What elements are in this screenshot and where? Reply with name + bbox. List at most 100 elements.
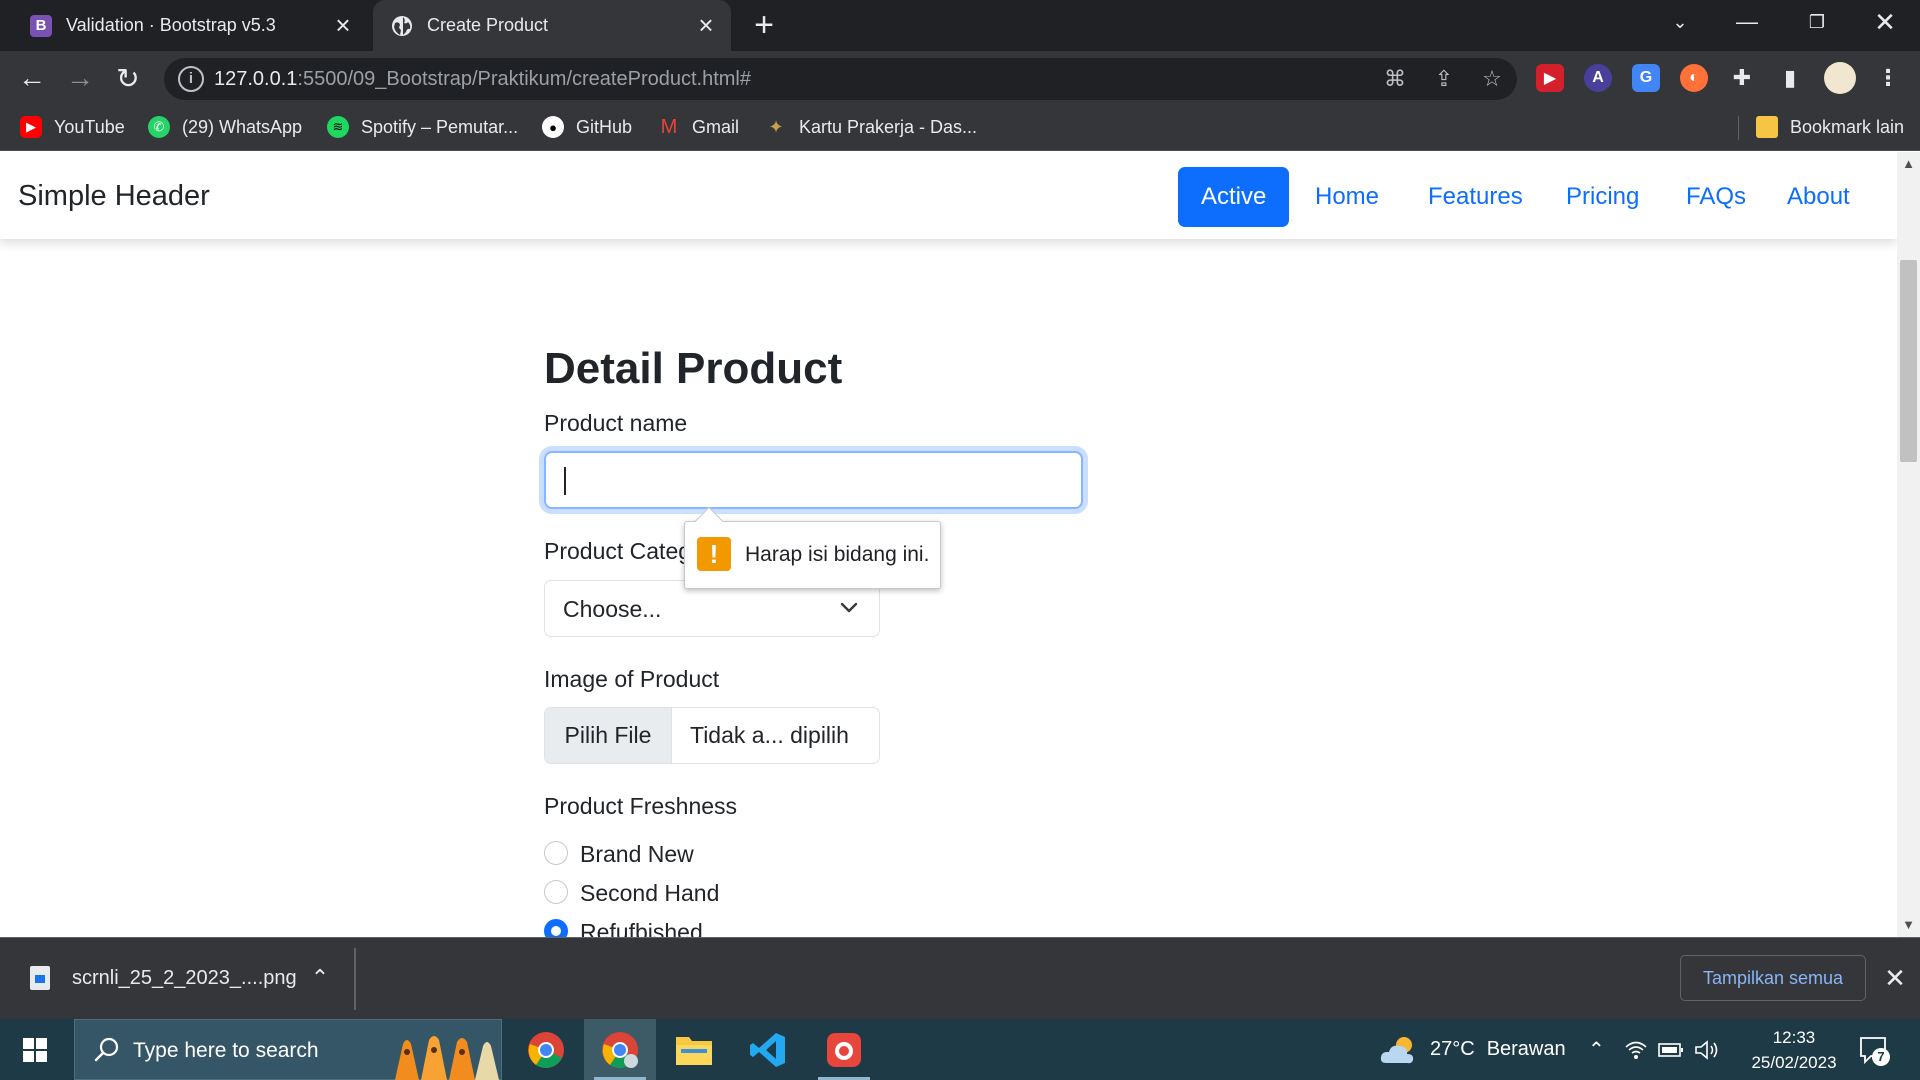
garuda-icon: ✦	[768, 116, 784, 137]
close-window-button[interactable]: ✕	[1855, 0, 1915, 44]
image-file-icon	[30, 966, 50, 990]
extension-shield-icon[interactable]: A	[1584, 64, 1612, 92]
radio-label-brand-new[interactable]: Brand New	[580, 841, 694, 868]
download-shelf: scrnli_25_2_2023_....png ⌃ Tampilkan sem…	[0, 937, 1920, 1019]
show-hidden-icons-chevron-icon[interactable]: ⌃	[1588, 1019, 1605, 1080]
tab-search-icon[interactable]: ⌄	[1650, 0, 1710, 44]
validation-tooltip: ! Harap isi bidang ini.	[684, 506, 941, 589]
scroll-down-arrow-icon[interactable]: ▼	[1897, 915, 1920, 935]
shelf-divider	[354, 948, 356, 1010]
scrollbar-thumb[interactable]	[1900, 260, 1917, 462]
download-filename: scrnli_25_2_2023_....png	[72, 966, 297, 989]
back-button[interactable]: ←	[14, 60, 50, 96]
category-value: Choose...	[563, 596, 662, 622]
forward-button[interactable]: →	[62, 60, 98, 96]
bookmark-kartu-prakerja[interactable]: ✦ Kartu Prakerja - Das...	[765, 112, 977, 142]
weather-condition: Berawan	[1486, 1038, 1566, 1060]
close-tab-icon[interactable]: ×	[328, 10, 358, 41]
temperature: 27°C	[1430, 1038, 1475, 1060]
product-image-file-input[interactable]: Pilih File Tidak a... dipilih	[544, 707, 880, 764]
radio-label-second-hand[interactable]: Second Hand	[580, 880, 719, 907]
weather-widget[interactable]: 27°C Berawan	[1378, 1019, 1566, 1080]
validation-message: Harap isi bidang ini.	[745, 543, 930, 566]
tab-strip: B Validation · Bootstrap v5.3 × Create P…	[0, 0, 1920, 51]
extension-red-icon[interactable]: ▶	[1536, 64, 1564, 92]
bookmark-spotify[interactable]: ≋ Spotify – Pemutar...	[327, 112, 518, 142]
gmail-icon: M	[660, 115, 678, 138]
download-item[interactable]: scrnli_25_2_2023_....png	[30, 960, 297, 996]
taskbar-search-box[interactable]: Type here to search	[74, 1019, 502, 1080]
bookmark-whatsapp[interactable]: ✆ (29) WhatsApp	[148, 112, 302, 142]
system-clock[interactable]: 12:33 25/02/2023	[1744, 1025, 1844, 1075]
extension-color-icon[interactable]: ◐	[1680, 64, 1708, 92]
taskbar-screenshot-app-icon[interactable]	[808, 1019, 880, 1080]
site-header: Simple Header Active Home Features Prici…	[0, 152, 1897, 239]
volume-icon[interactable]	[1694, 1019, 1720, 1080]
clock-time: 12:33	[1772, 1028, 1816, 1047]
product-name-input[interactable]	[544, 451, 1083, 509]
whatsapp-icon: ✆	[148, 116, 170, 138]
share-icon[interactable]: ⇪	[1431, 66, 1457, 92]
restore-button[interactable]: ❐	[1787, 0, 1847, 44]
url-text[interactable]: 127.0.0.1:5500/09_Bootstrap/Praktikum/cr…	[214, 68, 751, 91]
radio-refurbished[interactable]	[544, 919, 568, 937]
show-all-downloads-button[interactable]: Tampilkan semua	[1680, 955, 1866, 1001]
close-tab-icon[interactable]: ×	[691, 10, 721, 41]
page-heading: Detail Product	[544, 344, 843, 393]
translate-icon[interactable]: ⌘	[1382, 66, 1408, 92]
site-info-icon[interactable]: i	[178, 66, 204, 92]
text-caret	[564, 467, 566, 495]
nav-faqs[interactable]: FAQs	[1663, 167, 1769, 227]
menu-kebab-icon[interactable]: ⋮	[1874, 64, 1902, 92]
notification-count: 7	[1872, 1048, 1890, 1066]
globe-icon	[391, 15, 413, 37]
freshness-label: Product Freshness	[544, 793, 738, 819]
clock-date: 25/02/2023	[1751, 1053, 1837, 1072]
taskbar-file-explorer-icon[interactable]	[658, 1019, 730, 1080]
nav-features[interactable]: Features	[1405, 167, 1546, 227]
radio-label-refurbished[interactable]: Refufbished	[580, 919, 703, 937]
profile-avatar[interactable]	[1824, 62, 1856, 94]
bookmark-youtube[interactable]: ▶ YouTube	[20, 112, 125, 142]
page-viewport: Simple Header Active Home Features Prici…	[0, 152, 1897, 937]
bookmark-github[interactable]: ● GitHub	[542, 112, 632, 142]
notification-center-icon[interactable]: 7	[1857, 1033, 1891, 1067]
nav-about[interactable]: About	[1764, 167, 1873, 227]
side-panel-icon[interactable]: ▮	[1776, 64, 1804, 92]
bookmark-divider	[1738, 116, 1739, 140]
battery-icon[interactable]	[1658, 1019, 1684, 1080]
tab-validation-bootstrap[interactable]: B Validation · Bootstrap v5.3 ×	[10, 0, 368, 51]
tooltip-arrow	[694, 506, 724, 536]
vertical-scrollbar[interactable]: ▲ ▼	[1897, 152, 1920, 937]
chevron-up-icon[interactable]: ⌃	[308, 960, 332, 996]
reload-button[interactable]: ↻	[110, 60, 146, 96]
wifi-icon[interactable]	[1624, 1019, 1648, 1080]
taskbar-vscode-icon[interactable]	[732, 1019, 804, 1080]
search-placeholder: Type here to search	[133, 1039, 319, 1062]
new-tab-button[interactable]: +	[748, 8, 780, 42]
nav-home[interactable]: Home	[1292, 167, 1402, 227]
windows-taskbar: Type here to search 27°C Berawan ⌃ 12:33…	[0, 1019, 1920, 1080]
start-button[interactable]	[0, 1019, 70, 1080]
extensions-puzzle-icon[interactable]: ✚	[1728, 64, 1756, 92]
taskbar-chrome-icon[interactable]	[510, 1019, 582, 1080]
nav-active[interactable]: Active	[1178, 167, 1290, 227]
file-status: Tidak a... dipilih	[690, 722, 849, 748]
address-bar[interactable]: i 127.0.0.1:5500/09_Bootstrap/Praktikum/…	[164, 58, 1517, 100]
google-translate-icon[interactable]: G	[1632, 64, 1660, 92]
image-label: Image of Product	[544, 666, 720, 692]
search-highlight-illustration	[395, 1036, 499, 1080]
radio-second-hand[interactable]	[544, 880, 568, 904]
tab-create-product[interactable]: Create Product ×	[373, 0, 731, 51]
bookmark-folder-other[interactable]: Bookmark lain	[1756, 112, 1904, 142]
brand-title[interactable]: Simple Header	[18, 180, 210, 213]
scroll-up-arrow-icon[interactable]: ▲	[1897, 154, 1920, 174]
nav-pricing[interactable]: Pricing	[1543, 167, 1662, 227]
bookmark-gmail[interactable]: M Gmail	[658, 112, 739, 142]
bookmark-star-icon[interactable]: ☆	[1479, 66, 1505, 92]
minimize-button[interactable]: —	[1717, 0, 1777, 44]
radio-brand-new[interactable]	[544, 841, 568, 865]
close-shelf-icon[interactable]: ✕	[1880, 960, 1910, 996]
taskbar-chrome-profile-icon[interactable]	[584, 1019, 656, 1080]
choose-file-button[interactable]: Pilih File	[545, 708, 672, 763]
